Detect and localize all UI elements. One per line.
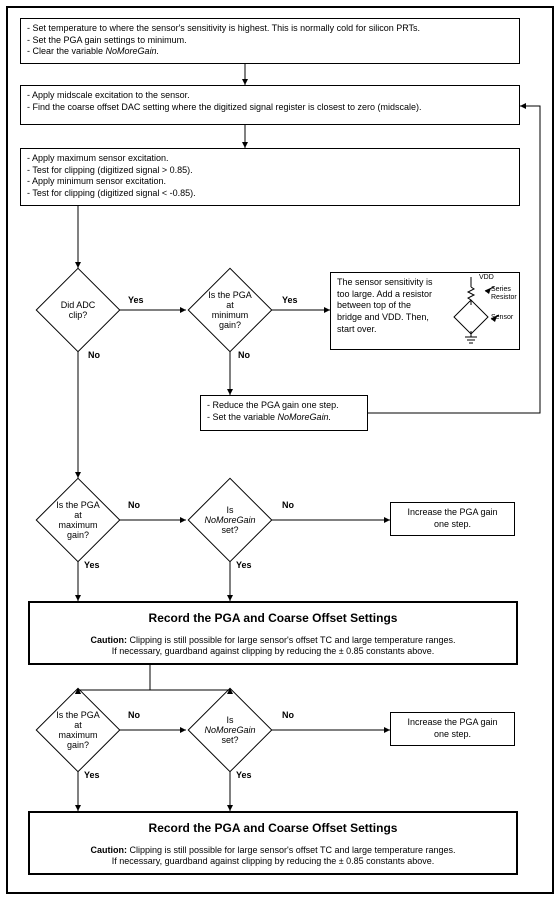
- txt: Is the PGA atmaximum gain?: [52, 710, 104, 750]
- txt: - Test for clipping (digitized signal > …: [27, 165, 193, 175]
- txt: Is the PGA atmaximum gain?: [52, 500, 104, 540]
- process-init: - Set temperature to where the sensor's …: [20, 18, 520, 64]
- txt: Is NoMoreGainset?: [204, 715, 256, 745]
- label-no: No: [282, 710, 294, 720]
- title: Record the PGA and Coarse Offset Setting…: [36, 821, 510, 837]
- var-nomoregain: NoMoreGain.: [278, 412, 332, 422]
- txt: Is the PGA atminimum gain?: [204, 290, 256, 330]
- txt: If necessary, guardband against clipping…: [36, 856, 510, 868]
- label-yes: Yes: [236, 560, 252, 570]
- label-sensor: Sensor: [491, 313, 513, 322]
- label-yes: Yes: [128, 295, 144, 305]
- label-yes: Yes: [236, 770, 252, 780]
- txt: Increase the PGA gain: [397, 717, 508, 729]
- txt: Clipping is still possible for large sen…: [127, 845, 456, 855]
- process-increase-gain-1: Increase the PGA gain one step.: [390, 502, 515, 536]
- txt: - Apply minimum sensor excitation.: [27, 176, 166, 186]
- label-no: No: [128, 500, 140, 510]
- var-nomoregain: NoMoreGain.: [106, 46, 160, 56]
- decision-nomoregain-2: Is NoMoreGainset?: [200, 700, 260, 760]
- txt: one step.: [397, 729, 508, 741]
- label-yes: Yes: [282, 295, 298, 305]
- label-no: No: [128, 710, 140, 720]
- txt: - Find the coarse offset DAC setting whe…: [27, 102, 422, 112]
- txt: Did ADC clip?: [52, 300, 104, 320]
- txt: - Set temperature to where the sensor's …: [27, 23, 420, 33]
- txt: - Reduce the PGA gain one step.: [207, 400, 339, 410]
- caution-label: Caution:: [90, 635, 127, 645]
- txt: The sensor sensitivity is too large. Add…: [337, 277, 437, 335]
- title: Record the PGA and Coarse Offset Setting…: [36, 611, 510, 627]
- txt: - Clear the variable: [27, 46, 106, 56]
- decision-max-gain-2: Is the PGA atmaximum gain?: [48, 700, 108, 760]
- decision-min-gain: Is the PGA atminimum gain?: [200, 280, 260, 340]
- label-resistor: Resistor: [491, 293, 517, 302]
- txt: - Set the variable: [207, 412, 278, 422]
- label-no: No: [282, 500, 294, 510]
- caution-label: Caution:: [90, 845, 127, 855]
- decision-max-gain-1: Is the PGA atmaximum gain?: [48, 490, 108, 550]
- label-vdd: VDD: [479, 273, 494, 282]
- txt: Is NoMoreGainset?: [204, 505, 256, 535]
- label-no: No: [88, 350, 100, 360]
- txt: If necessary, guardband against clipping…: [36, 646, 510, 658]
- decision-adc-clip: Did ADC clip?: [48, 280, 108, 340]
- result-record-2: Record the PGA and Coarse Offset Setting…: [28, 811, 518, 875]
- txt: - Apply midscale excitation to the senso…: [27, 90, 190, 100]
- label-yes: Yes: [84, 560, 100, 570]
- decision-nomoregain-1: Is NoMoreGainset?: [200, 490, 260, 550]
- process-sensitivity-too-large: The sensor sensitivity is too large. Add…: [330, 272, 520, 350]
- txt: Increase the PGA gain: [397, 507, 508, 519]
- txt: - Apply maximum sensor excitation.: [27, 153, 169, 163]
- process-clip-test: - Apply maximum sensor excitation. - Tes…: [20, 148, 520, 206]
- txt: - Set the PGA gain settings to minimum.: [27, 35, 187, 45]
- result-record-1: Record the PGA and Coarse Offset Setting…: [28, 601, 518, 665]
- process-midscale: - Apply midscale excitation to the senso…: [20, 85, 520, 125]
- label-yes: Yes: [84, 770, 100, 780]
- label-no: No: [238, 350, 250, 360]
- process-increase-gain-2: Increase the PGA gain one step.: [390, 712, 515, 746]
- txt: Clipping is still possible for large sen…: [127, 635, 456, 645]
- txt: - Test for clipping (digitized signal < …: [27, 188, 196, 198]
- process-reduce-gain: - Reduce the PGA gain one step. - Set th…: [200, 395, 368, 431]
- txt: one step.: [397, 519, 508, 531]
